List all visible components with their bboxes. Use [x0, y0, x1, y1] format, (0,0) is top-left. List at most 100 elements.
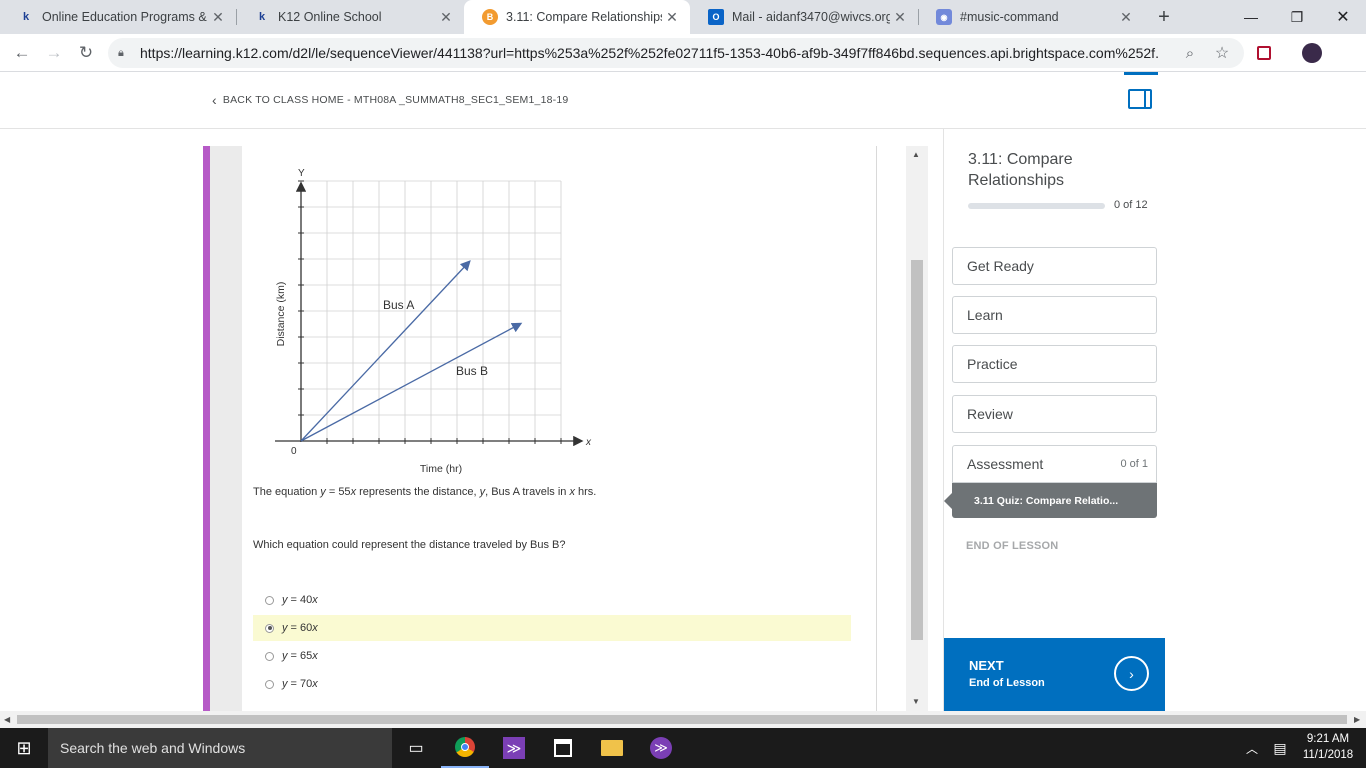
- tab-title: Mail - aidanf3470@wivcs.org: [732, 10, 890, 24]
- zoom-search-icon[interactable]: ⌕: [1178, 41, 1202, 65]
- end-of-lesson-label: END OF LESSON: [966, 540, 1059, 552]
- minimize-icon[interactable]: —: [1228, 0, 1274, 34]
- progress-text: 0 of 12: [1114, 199, 1148, 211]
- bus-b-line: [300, 322, 523, 442]
- tab-online-education[interactable]: k Online Education Programs & ✕: [0, 0, 236, 34]
- chrome-icon[interactable]: [441, 728, 489, 768]
- tab-title: K12 Online School: [278, 10, 382, 24]
- visual-studio-icon[interactable]: ≫: [490, 728, 538, 768]
- scroll-left-icon[interactable]: ◀: [4, 715, 10, 724]
- sidebar-item-learn[interactable]: Learn: [952, 296, 1157, 334]
- action-center-icon[interactable]: ▤: [1266, 728, 1294, 768]
- clock-date: 11/1/2018: [1302, 749, 1354, 761]
- lesson-title: 3.11: Compare Relationships: [968, 151, 1073, 189]
- choice-label: y = 70x: [282, 678, 318, 690]
- close-icon[interactable]: ✕: [208, 9, 228, 26]
- bus-graph: Y x 0 Distance (km) Time (hr) Bus A Bus …: [275, 168, 592, 475]
- extension-icon[interactable]: [1252, 41, 1276, 65]
- chevron-left-icon: ‹: [212, 92, 217, 108]
- content-gutter: [210, 146, 242, 711]
- visual-studio-code-icon[interactable]: ≫: [637, 728, 685, 768]
- file-explorer-icon[interactable]: [588, 728, 636, 768]
- forward-arrow-icon[interactable]: →: [42, 41, 66, 65]
- lesson-progress-bar: [968, 203, 1105, 209]
- sidebar-item-review[interactable]: Review: [952, 395, 1157, 433]
- tab-k12-online-school[interactable]: k K12 Online School ✕: [236, 0, 464, 34]
- back-arrow-icon[interactable]: ←: [10, 41, 34, 65]
- answer-choice-d[interactable]: y = 70x: [253, 671, 851, 697]
- tab-title: #music-command: [960, 10, 1059, 24]
- question-statement: The equation y = 55x represents the dist…: [253, 486, 597, 498]
- origin-label: 0: [291, 446, 297, 457]
- brightspace-icon: B: [482, 9, 498, 25]
- answer-choice-a[interactable]: y = 40x: [253, 587, 851, 613]
- choice-label: y = 65x: [282, 650, 318, 662]
- choice-label: y = 40x: [282, 594, 318, 606]
- back-to-class-link[interactable]: ‹ BACK TO CLASS HOME - MTH08A _SUMMATH8_…: [212, 92, 568, 108]
- taskbar-clock[interactable]: 9:21 AM 11/1/2018: [1296, 731, 1360, 763]
- scroll-thumb[interactable]: [911, 260, 923, 640]
- tab-mail[interactable]: O Mail - aidanf3470@wivcs.org ✕: [690, 0, 918, 34]
- y-axis-letter: Y: [298, 168, 305, 179]
- choice-label: y = 60x: [282, 622, 318, 634]
- question-prompt: Which equation could represent the dista…: [253, 539, 566, 551]
- restore-icon[interactable]: ❐: [1274, 0, 1320, 34]
- sidebar-item-label: Practice: [967, 356, 1018, 372]
- close-icon[interactable]: ✕: [1116, 9, 1136, 26]
- radio-button[interactable]: [265, 623, 274, 633]
- reload-icon[interactable]: ↻: [74, 41, 98, 65]
- tab-music-command[interactable]: ◉ #music-command ✕: [918, 0, 1144, 34]
- address-bar[interactable]: 🔒︎ https://learning.k12.com/d2l/le/seque…: [108, 38, 1244, 68]
- tab-compare-relationships[interactable]: B 3.11: Compare Relationships - ✕: [464, 0, 690, 34]
- sidebar-item-assessment[interactable]: Assessment 0 of 1: [952, 445, 1157, 483]
- scroll-right-icon[interactable]: ▶: [1354, 715, 1360, 724]
- close-icon[interactable]: ✕: [890, 9, 910, 26]
- content-scrollbar[interactable]: ▲ ▼: [906, 146, 928, 711]
- url-text[interactable]: https://learning.k12.com/d2l/le/sequence…: [140, 45, 1160, 61]
- store-icon[interactable]: [539, 728, 587, 768]
- quiz-item[interactable]: 3.11 Quiz: Compare Relatio...: [952, 483, 1157, 518]
- show-hidden-icons-chevron[interactable]: ︿: [1238, 728, 1266, 768]
- back-link-text[interactable]: BACK TO CLASS HOME - MTH08A _SUMMATH8_SE…: [223, 94, 569, 106]
- radio-button[interactable]: [265, 679, 274, 689]
- close-icon[interactable]: ✕: [436, 9, 456, 26]
- browser-toolbar: ← → ↻ 🔒︎ https://learning.k12.com/d2l/le…: [0, 34, 1366, 72]
- y-axis-label: Distance (km): [275, 282, 287, 347]
- active-indicator: [1124, 72, 1158, 75]
- radio-button[interactable]: [265, 651, 274, 661]
- sidebar-item-label: Review: [967, 406, 1013, 422]
- radio-button[interactable]: [265, 595, 274, 605]
- bus-a-label: Bus A: [383, 298, 414, 312]
- sidebar-item-practice[interactable]: Practice: [952, 345, 1157, 383]
- answer-choice-c[interactable]: y = 65x: [253, 643, 851, 669]
- next-sublabel: End of Lesson: [969, 677, 1045, 689]
- scroll-down-icon[interactable]: ▼: [912, 697, 920, 706]
- profile-avatar[interactable]: [1300, 41, 1324, 65]
- graph-grid: [300, 180, 562, 442]
- task-view-icon[interactable]: ▭: [392, 728, 440, 768]
- sidebar-item-label: Get Ready: [967, 258, 1034, 274]
- new-tab-plus-icon[interactable]: +: [1152, 5, 1176, 29]
- bookmark-star-icon[interactable]: ☆: [1210, 41, 1234, 65]
- taskbar-search-box[interactable]: Search the web and Windows: [48, 728, 392, 768]
- sidebar-item-label: Assessment: [967, 456, 1044, 472]
- axis-ticks: [298, 180, 562, 444]
- lesson-sidebar: 3.11: Compare Relationships 0 of 12 Get …: [943, 129, 1166, 711]
- x-axis-letter: x: [585, 437, 592, 448]
- window-close-icon[interactable]: ✕: [1320, 0, 1366, 34]
- scroll-up-icon[interactable]: ▲: [912, 150, 920, 159]
- page-horizontal-scrollbar[interactable]: ◀ ▶: [0, 711, 1366, 728]
- next-button[interactable]: NEXT End of Lesson ›: [944, 638, 1165, 711]
- windows-start-icon[interactable]: ⊞: [0, 728, 48, 768]
- sidebar-item-get-ready[interactable]: Get Ready: [952, 247, 1157, 285]
- clock-time: 9:21 AM: [1306, 733, 1350, 745]
- question-content: Y x 0 Distance (km) Time (hr) Bus A Bus …: [203, 146, 877, 711]
- answer-choice-b[interactable]: y = 60x: [253, 615, 851, 641]
- browser-tab-strip: k Online Education Programs & ✕ k K12 On…: [0, 0, 1366, 34]
- current-item-pointer: [944, 493, 952, 509]
- toggle-panel-icon[interactable]: [1128, 89, 1152, 109]
- scroll-thumb[interactable]: [17, 715, 1347, 724]
- assessment-count: 0 of 1: [1120, 458, 1148, 470]
- close-icon[interactable]: ✕: [662, 9, 682, 26]
- tab-title: Online Education Programs &: [42, 10, 207, 24]
